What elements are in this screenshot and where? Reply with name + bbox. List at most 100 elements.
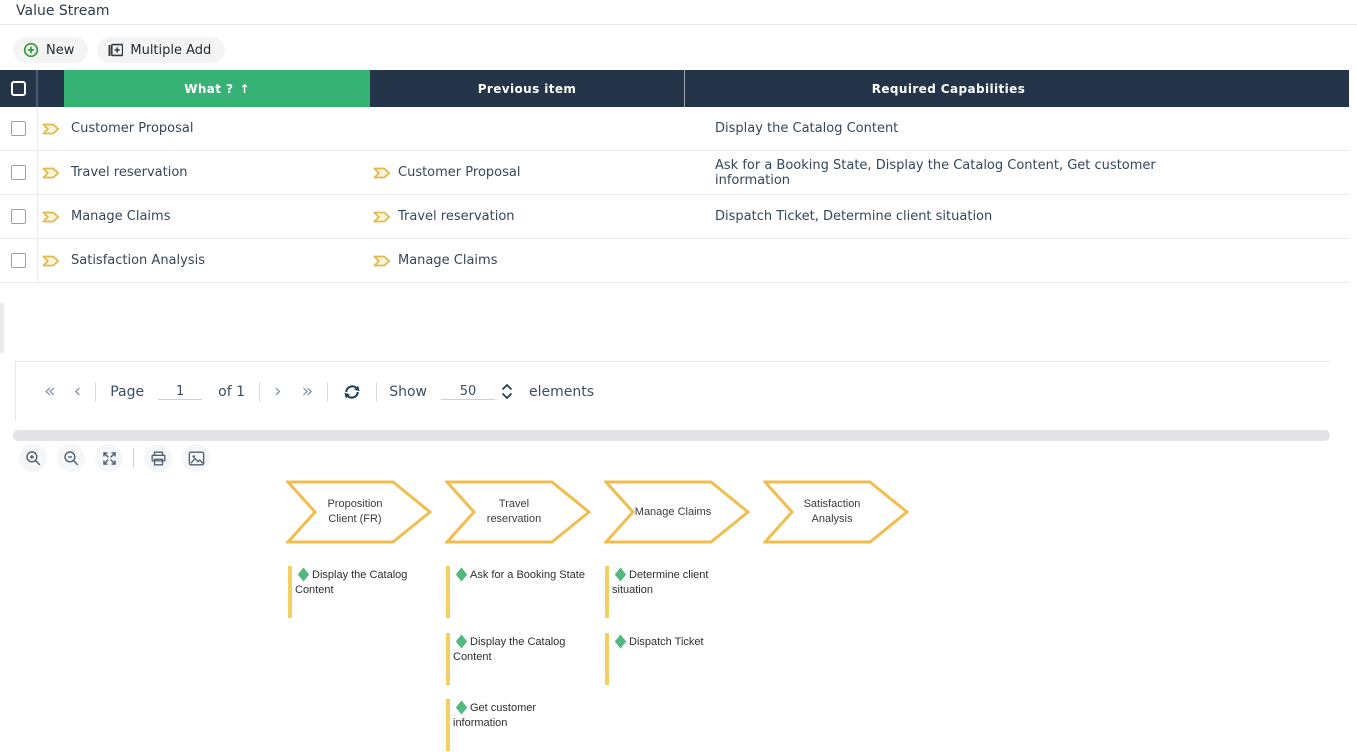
value-stream-icon (373, 167, 391, 179)
capability-label: Determine client situation (612, 569, 708, 596)
diagram-horizontal-scrollbar[interactable] (13, 430, 1330, 441)
capability-diamond-icon (615, 567, 626, 581)
export-image-button[interactable] (182, 444, 210, 472)
zoom-out-icon (62, 449, 81, 468)
title-divider (0, 24, 1357, 25)
capability-item[interactable]: Ask for a Booking State (446, 566, 588, 618)
page-title: Value Stream (16, 3, 110, 19)
capability-diamond-icon (298, 567, 309, 581)
diagram-stage[interactable]: Manage Claims (604, 480, 750, 544)
cell-previous-item[interactable]: Travel reservation (370, 209, 684, 224)
new-button-label: New (46, 43, 74, 58)
cell-what[interactable]: Travel reservation (64, 165, 370, 180)
last-page-button[interactable]: » (302, 382, 314, 401)
capability-label: Ask for a Booking State (470, 569, 585, 581)
table-row[interactable]: Customer Proposal Display the Catalog Co… (0, 107, 1349, 151)
capability-item[interactable]: Dispatch Ticket (605, 633, 747, 685)
value-stream-icon (373, 211, 391, 223)
row-type-icon-cell (38, 167, 64, 179)
diagram-stage[interactable]: Travel reservation (445, 480, 591, 544)
new-button[interactable]: New (13, 37, 88, 63)
page-count-label: of 1 (218, 384, 245, 400)
column-header-previous-label: Previous item (478, 82, 577, 96)
multiple-add-icon (107, 42, 123, 58)
value-stream-icon (42, 167, 60, 179)
multiple-add-button-label: Multiple Add (130, 43, 211, 58)
table-header-row: What ? ↑ Previous item Required Capabili… (0, 70, 1349, 107)
print-button[interactable] (144, 444, 172, 472)
diagram-stage[interactable]: Satisfaction Analysis (763, 480, 909, 544)
cell-required-capabilities: Display the Catalog Content (684, 121, 1212, 136)
row-checkbox[interactable] (11, 209, 26, 224)
row-checkbox[interactable] (11, 165, 26, 180)
row-type-icon-cell (38, 123, 64, 135)
first-page-button[interactable]: « (44, 382, 56, 401)
capability-diamond-icon (456, 567, 467, 581)
value-stream-page: Value Stream New Multiple Add (0, 0, 1357, 752)
row-checkbox-cell (0, 107, 38, 150)
capability-item[interactable]: Get customer information (446, 699, 588, 751)
value-stream-icon (42, 211, 60, 223)
header-filler-cell (1212, 70, 1349, 107)
cell-what[interactable]: Customer Proposal (64, 121, 370, 136)
stage-label: Proposition Client (FR) (314, 480, 396, 544)
stage-label: Manage Claims (632, 480, 714, 544)
column-header-previous-item[interactable]: Previous item (370, 70, 684, 107)
capability-diamond-icon (615, 634, 626, 648)
cell-previous-item[interactable]: Manage Claims (370, 253, 684, 268)
table-row[interactable]: Manage Claims Travel reservation Dispatc… (0, 195, 1349, 239)
left-scrollbar[interactable] (0, 303, 4, 353)
fit-to-screen-button[interactable] (95, 444, 123, 472)
diagram-stage[interactable]: Proposition Client (FR) (286, 480, 432, 544)
chevron-up-icon (501, 384, 513, 391)
capability-diamond-icon (456, 634, 467, 648)
capability-label: Display the Catalog Content (453, 636, 565, 663)
capability-item[interactable]: Display the Catalog Content (446, 633, 588, 685)
refresh-button[interactable] (342, 382, 362, 402)
divider (327, 382, 328, 402)
zoom-in-button[interactable] (19, 444, 47, 472)
plus-circle-icon (23, 42, 39, 58)
capability-diamond-icon (456, 700, 467, 714)
table-row[interactable]: Travel reservation Customer Proposal Ask… (0, 151, 1349, 195)
page-size-input[interactable] (441, 384, 495, 400)
page-size-stepper[interactable] (501, 384, 513, 399)
cell-what[interactable]: Satisfaction Analysis (64, 253, 370, 268)
divider (95, 382, 96, 402)
value-stream-icon (42, 123, 60, 135)
select-all-checkbox[interactable] (11, 81, 26, 96)
zoom-out-button[interactable] (57, 444, 85, 472)
row-checkbox[interactable] (11, 253, 26, 268)
next-page-button[interactable]: › (274, 382, 282, 401)
stage-label: Travel reservation (473, 480, 555, 544)
previous-item-label: Manage Claims (398, 253, 497, 268)
cell-what[interactable]: Manage Claims (64, 209, 370, 224)
divider (133, 448, 134, 468)
paginator: « ‹ Page of 1 › » Show elements (15, 361, 1330, 421)
capability-label: Dispatch Ticket (629, 636, 704, 648)
page-number-input[interactable] (158, 384, 202, 400)
chevron-down-icon (501, 392, 513, 399)
value-stream-table: What ? ↑ Previous item Required Capabili… (0, 70, 1349, 283)
toolbar: New Multiple Add (13, 37, 225, 63)
sort-ascending-icon: ↑ (239, 82, 249, 96)
cell-previous-item[interactable]: Customer Proposal (370, 165, 684, 180)
capability-item[interactable]: Determine client situation (605, 566, 747, 618)
capability-label: Display the Catalog Content (295, 569, 407, 596)
cell-required-capabilities: Ask for a Booking State, Display the Cat… (684, 158, 1212, 188)
refresh-icon (342, 382, 362, 402)
stage-label: Satisfaction Analysis (791, 480, 873, 544)
row-type-icon-cell (38, 255, 64, 267)
row-checkbox[interactable] (11, 121, 26, 136)
column-header-required-label: Required Capabilities (872, 82, 1026, 96)
previous-page-button[interactable]: ‹ (74, 382, 82, 401)
capability-item[interactable]: Display the Catalog Content (288, 566, 430, 618)
header-checkbox-cell (0, 70, 38, 107)
multiple-add-button[interactable]: Multiple Add (97, 37, 225, 63)
column-header-what-label: What ? (184, 82, 233, 96)
column-header-required-capabilities[interactable]: Required Capabilities (684, 70, 1212, 107)
row-checkbox-cell (0, 195, 38, 238)
zoom-in-icon (24, 449, 43, 468)
table-row[interactable]: Satisfaction Analysis Manage Claims (0, 239, 1349, 283)
column-header-what[interactable]: What ? ↑ (64, 70, 370, 107)
